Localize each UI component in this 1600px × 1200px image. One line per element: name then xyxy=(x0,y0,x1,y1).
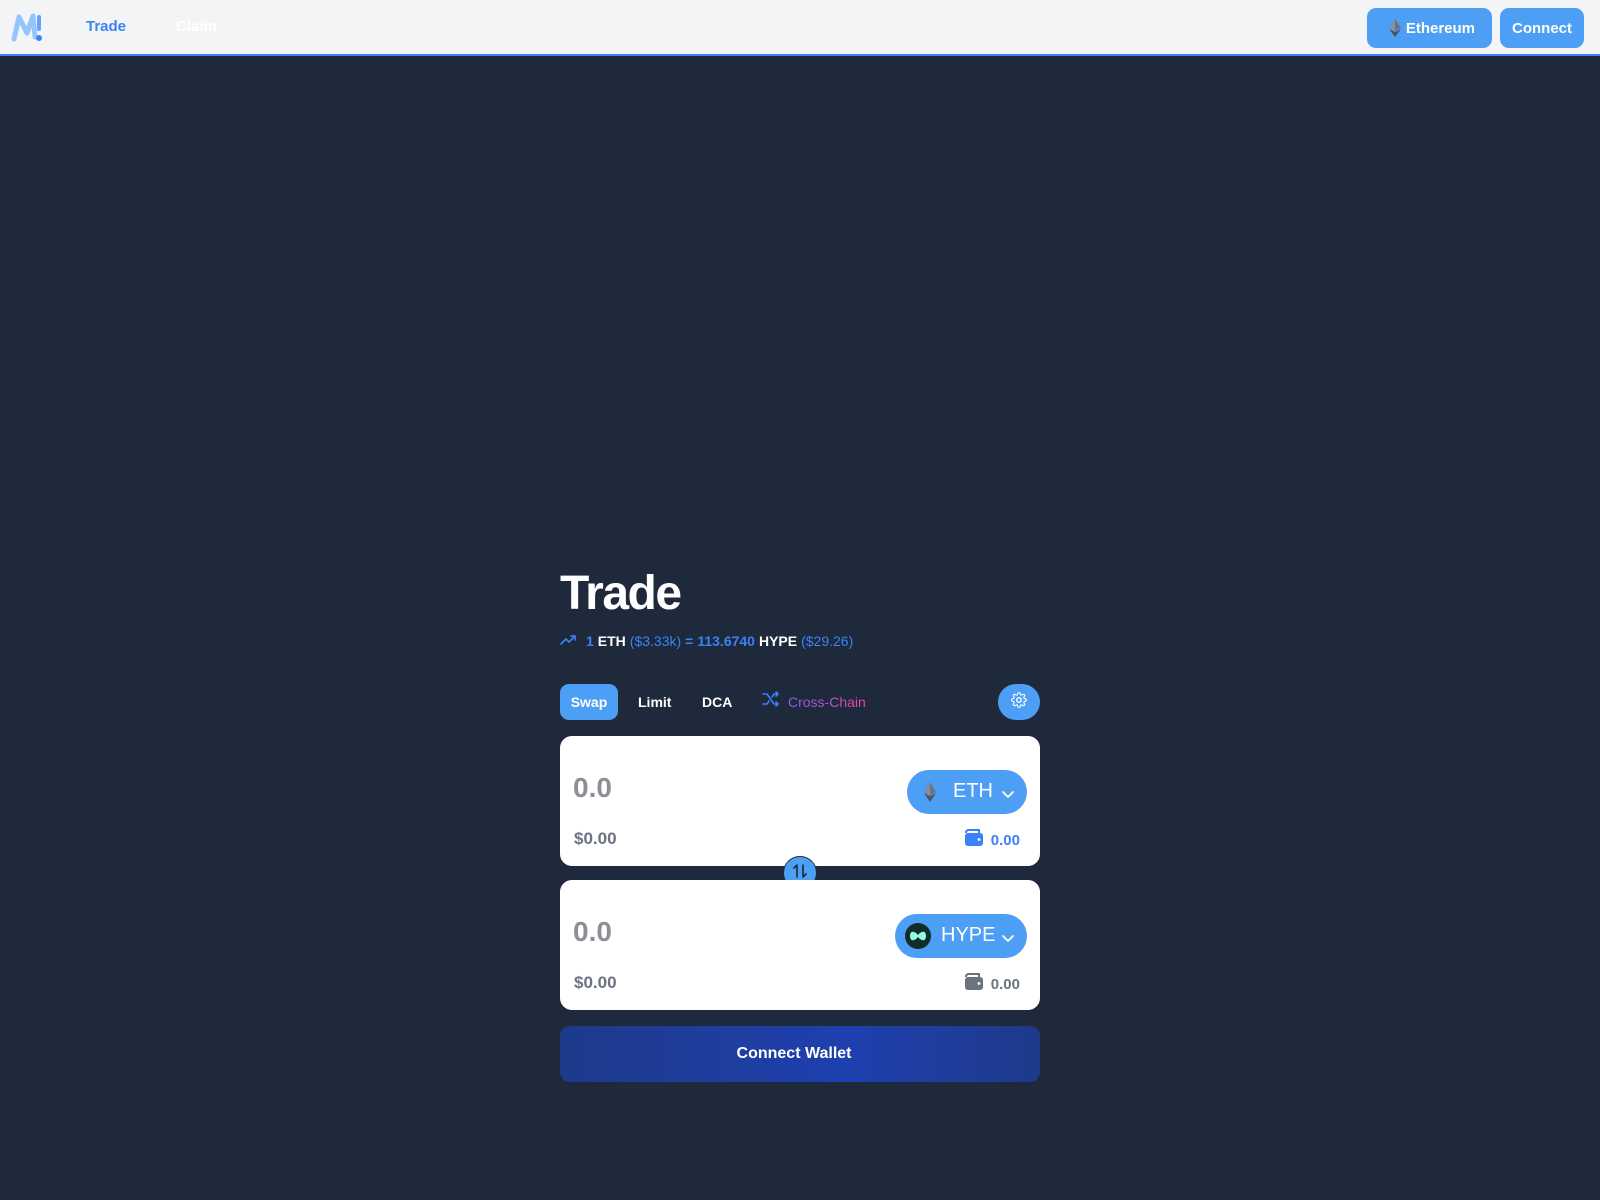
connect-wallet-button[interactable]: Connect Wallet xyxy=(560,1026,1040,1082)
from-balance[interactable]: 0.00 xyxy=(964,829,1020,851)
to-balance[interactable]: 0.00 xyxy=(964,973,1020,995)
rate-equals: = xyxy=(685,633,694,649)
rate-quote-symbol: HYPE xyxy=(758,633,798,649)
to-balance-value: 0.00 xyxy=(990,975,1020,993)
exchange-rate: 1 ETH ($3.33k) = 113.6740 HYPE ($29.26) xyxy=(560,633,853,649)
from-amount-input[interactable] xyxy=(573,768,873,808)
rate-base-usd: ($3.33k) xyxy=(629,633,682,649)
to-amount-input[interactable] xyxy=(573,912,873,952)
chevron-down-icon xyxy=(1001,929,1015,952)
m-logo-icon[interactable] xyxy=(11,11,45,43)
settings-button[interactable] xyxy=(998,684,1040,720)
from-balance-value: 0.00 xyxy=(990,831,1020,849)
tab-cross-chain-label: Cross-Chain xyxy=(788,684,866,720)
rate-base-symbol: ETH xyxy=(597,633,626,649)
ethereum-icon xyxy=(917,779,943,805)
nav-link-trade[interactable]: Trade xyxy=(86,18,126,35)
to-token-selector[interactable]: HYPE xyxy=(895,914,1027,958)
tab-swap[interactable]: Swap xyxy=(560,684,618,720)
from-token-panel: ETH $0.00 0.00 xyxy=(560,736,1040,866)
tab-limit[interactable]: Limit xyxy=(638,684,671,720)
rate-quote-amount: 113.6740 xyxy=(697,633,755,649)
ethereum-icon xyxy=(1389,19,1401,41)
trade-mode-tabs: Swap Limit DCA Cross-Chain xyxy=(560,684,1040,720)
page-title: Trade xyxy=(560,567,682,620)
shuffle-icon xyxy=(762,684,780,720)
tab-cross-chain[interactable]: Cross-Chain xyxy=(762,684,866,720)
to-usd-value: $0.00 xyxy=(574,973,617,992)
rate-quote-usd: ($29.26) xyxy=(801,633,854,649)
trending-up-icon xyxy=(560,633,576,649)
from-token-symbol: ETH xyxy=(953,780,993,802)
network-label: Ethereum xyxy=(1405,19,1475,37)
from-usd-value: $0.00 xyxy=(574,829,617,848)
connect-button[interactable]: Connect xyxy=(1500,8,1584,48)
from-token-selector[interactable]: ETH xyxy=(907,770,1027,814)
network-selector-button[interactable]: Ethereum xyxy=(1367,8,1492,48)
gear-icon xyxy=(1011,691,1027,713)
wallet-icon xyxy=(964,973,984,995)
to-token-panel: HYPE $0.00 0.00 xyxy=(560,880,1040,1010)
hype-icon xyxy=(905,923,931,949)
tab-dca[interactable]: DCA xyxy=(702,684,732,720)
chevron-down-icon xyxy=(1001,785,1015,808)
nav-link-claim[interactable]: Claim xyxy=(176,18,217,35)
rate-base-amount: 1 xyxy=(586,633,594,649)
to-token-symbol: HYPE xyxy=(941,924,996,946)
wallet-icon xyxy=(964,829,984,851)
top-navigation-bar: Trade Claim Ethereum Connect xyxy=(0,0,1600,56)
